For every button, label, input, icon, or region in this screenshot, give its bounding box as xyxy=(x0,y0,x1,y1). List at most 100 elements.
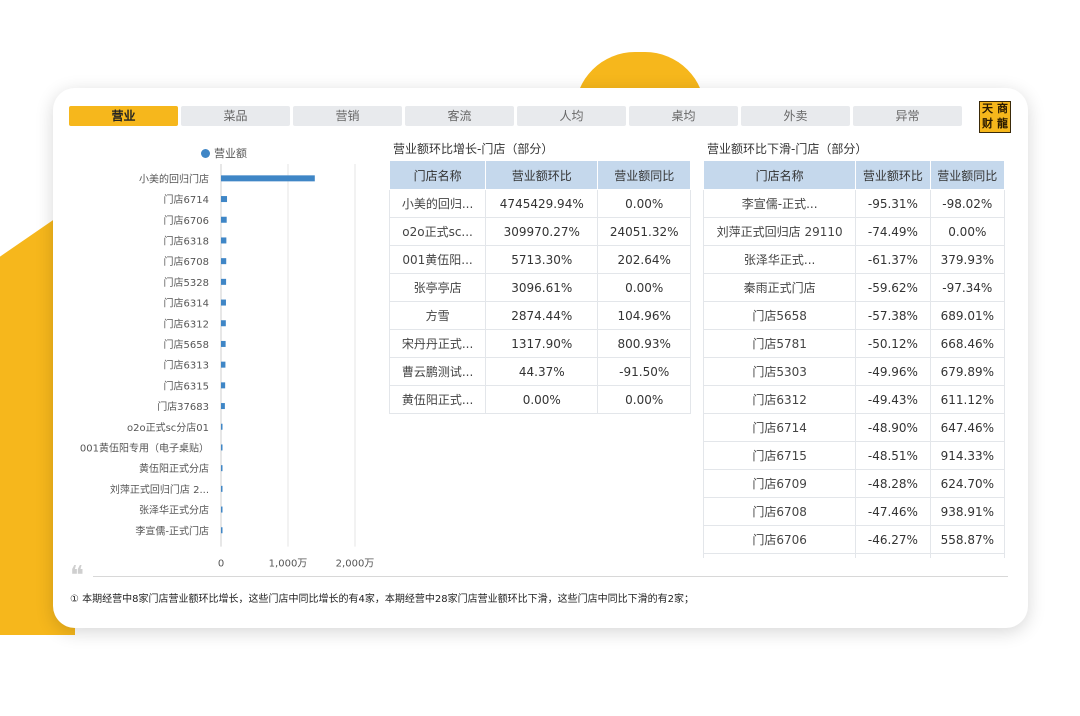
table-row[interactable]: 门店6709 -48.28% 624.70% xyxy=(703,469,1006,498)
tab-1[interactable]: 菜品 xyxy=(181,106,290,126)
quote-icon: ❝ xyxy=(70,561,84,591)
column-header[interactable]: 营业额环比 xyxy=(485,160,599,190)
table-cell: -49.96% xyxy=(855,357,931,386)
table-cell: -44.42% xyxy=(855,553,931,558)
table-row[interactable]: 001黄伍阳... 5713.30% 202.64% xyxy=(389,245,691,274)
tab-6[interactable]: 外卖 xyxy=(741,106,850,126)
y-tick-label: 黄伍阳正式分店 xyxy=(139,462,209,475)
column-header[interactable]: 营业额同比 xyxy=(597,160,691,190)
column-header[interactable]: 营业额同比 xyxy=(929,160,1006,190)
bar[interactable] xyxy=(221,216,227,223)
table-cell: -91.50% xyxy=(597,357,691,386)
bar[interactable] xyxy=(221,196,228,203)
y-tick-label: 门店6315 xyxy=(164,379,209,392)
table-cell: 秦雨正式门店 xyxy=(703,273,857,302)
bar[interactable] xyxy=(221,175,315,182)
table-row[interactable]: 门店6312 -49.43% 611.12% xyxy=(703,385,1006,414)
tab-7[interactable]: 异常 xyxy=(853,106,962,126)
table-cell: 5713.30% xyxy=(485,245,599,274)
table-cell: -50.12% xyxy=(855,329,931,358)
table-row[interactable]: 门店5658 -57.38% 689.01% xyxy=(703,301,1006,330)
tab-3[interactable]: 客流 xyxy=(405,106,514,126)
bar[interactable] xyxy=(221,423,223,430)
table-row[interactable]: 黄伍阳正式... 0.00% 0.00% xyxy=(389,385,691,414)
table-row[interactable]: 小美的回归... 4745429.94% 0.00% xyxy=(389,189,691,218)
table-row[interactable]: o2o正式sc... 309970.27% 24051.32% xyxy=(389,217,691,246)
table-cell: 624.70% xyxy=(929,469,1006,498)
decline-table[interactable]: 门店名称 营业额环比 营业额同比 李宣儒-正式... -95.31% -98.02% 刘萍正… xyxy=(703,160,1007,558)
table-row[interactable]: 门店6714 -48.90% 647.46% xyxy=(703,413,1006,442)
bar[interactable] xyxy=(221,361,226,368)
table-row[interactable]: 刘萍正式回归店 29110 -74.49% 0.00% xyxy=(703,217,1006,246)
table-row[interactable]: 曹云鹏测试... 44.37% -91.50% xyxy=(389,357,691,386)
table-row[interactable]: 门店6706 -46.27% 558.87% xyxy=(703,525,1006,554)
column-header[interactable]: 门店名称 xyxy=(389,160,487,190)
tab-4[interactable]: 人均 xyxy=(517,106,626,126)
table-cell: 24051.32% xyxy=(597,217,691,246)
table-cell: -48.51% xyxy=(855,441,931,470)
bar[interactable] xyxy=(221,506,223,513)
logo-char: 商 xyxy=(997,102,1008,115)
y-tick-label: 门店6708 xyxy=(164,255,209,268)
bar[interactable] xyxy=(221,527,223,534)
table-cell: 门店5781 xyxy=(703,329,857,358)
table-row[interactable]: 门店6333-44.42%708.64% xyxy=(703,553,1006,558)
table-row[interactable]: 门店6715 -48.51% 914.33% xyxy=(703,441,1006,470)
table-row[interactable]: 门店5303 -49.96% 679.89% xyxy=(703,357,1006,386)
bar-chart: 0 1,000万 2,000万 小美的回归门店门店6714 门店6706 门店6318 门店… xyxy=(80,164,375,568)
growth-table: 门店名称 营业额环比 营业额同比 小美的回归... 4745429.94% 0.00% o2… xyxy=(389,160,693,414)
table-cell: 668.46% xyxy=(929,329,1006,358)
table-row[interactable]: 李宣儒-正式... -95.31% -98.02% xyxy=(703,189,1006,218)
summary-note: ① 本期经营中8家门店营业额环比增长，这些门店中同比增长的有4家，本期经营中28… xyxy=(70,594,694,605)
table-cell: 宋丹丹正式... xyxy=(389,329,487,358)
table-row[interactable]: 秦雨正式门店 -59.62% -97.34% xyxy=(703,273,1006,302)
divider xyxy=(93,576,1008,577)
bar[interactable] xyxy=(221,382,226,389)
y-tick-label: 门店5328 xyxy=(164,276,209,289)
y-tick-label: 门店6714 xyxy=(164,193,209,206)
table-row[interactable]: 方雪 2874.44% 104.96% xyxy=(389,301,691,330)
table-cell: 张亭亭店 xyxy=(389,273,487,302)
bar[interactable] xyxy=(221,237,227,244)
y-tick-label: 门店6706 xyxy=(164,214,209,227)
table-cell: 379.93% xyxy=(929,245,1006,274)
growth-table-title: 营业额环比增长-门店（部分） xyxy=(393,142,554,156)
table-cell: 门店6715 xyxy=(703,441,857,470)
table-row[interactable]: 张亭亭店 3096.61% 0.00% xyxy=(389,273,691,302)
table-cell: 门店6708 xyxy=(703,497,857,526)
table-cell: 小美的回归... xyxy=(389,189,487,218)
bar[interactable] xyxy=(221,444,223,451)
y-tick-label: o2o正式sc分店01 xyxy=(127,421,209,434)
bar[interactable] xyxy=(221,485,223,492)
table-cell: 44.37% xyxy=(485,357,599,386)
tab-0[interactable]: 营业 xyxy=(69,106,178,126)
bar[interactable] xyxy=(221,403,225,410)
bar[interactable] xyxy=(221,320,226,327)
brand-logo: 天商财龍 xyxy=(979,101,1011,133)
bar[interactable] xyxy=(221,340,226,347)
column-header[interactable]: 营业额环比 xyxy=(855,160,931,190)
table-row[interactable]: 门店5781 -50.12% 668.46% xyxy=(703,329,1006,358)
y-tick-label: 001黄伍阳专用（电子桌贴） xyxy=(80,441,209,454)
column-header[interactable]: 门店名称 xyxy=(703,160,857,190)
table-cell: 门店6706 xyxy=(703,525,857,554)
table-cell: 李宣儒-正式... xyxy=(703,189,857,218)
tab-5[interactable]: 桌均 xyxy=(629,106,738,126)
bar[interactable] xyxy=(221,299,226,306)
bar[interactable] xyxy=(221,278,227,285)
table-cell: 914.33% xyxy=(929,441,1006,470)
table-row[interactable]: 张泽华正式... -61.37% 379.93% xyxy=(703,245,1006,274)
tab-2[interactable]: 营销 xyxy=(293,106,402,126)
y-tick-label: 门店6318 xyxy=(164,234,209,247)
table-cell: -61.37% xyxy=(855,245,931,274)
bar[interactable] xyxy=(221,465,223,472)
logo-char: 龍 xyxy=(997,117,1008,130)
table-cell: 938.91% xyxy=(929,497,1006,526)
table-cell: 刘萍正式回归店 29110 xyxy=(703,217,857,246)
bar[interactable] xyxy=(221,258,227,265)
table-row[interactable]: 门店6708 -47.46% 938.91% xyxy=(703,497,1006,526)
x-tick-label: 2,000万 xyxy=(336,559,375,568)
decline-table-title: 营业额环比下滑-门店（部分） xyxy=(707,142,868,156)
table-row[interactable]: 宋丹丹正式... 1317.90% 800.93% xyxy=(389,329,691,358)
table-cell: -97.34% xyxy=(929,273,1006,302)
